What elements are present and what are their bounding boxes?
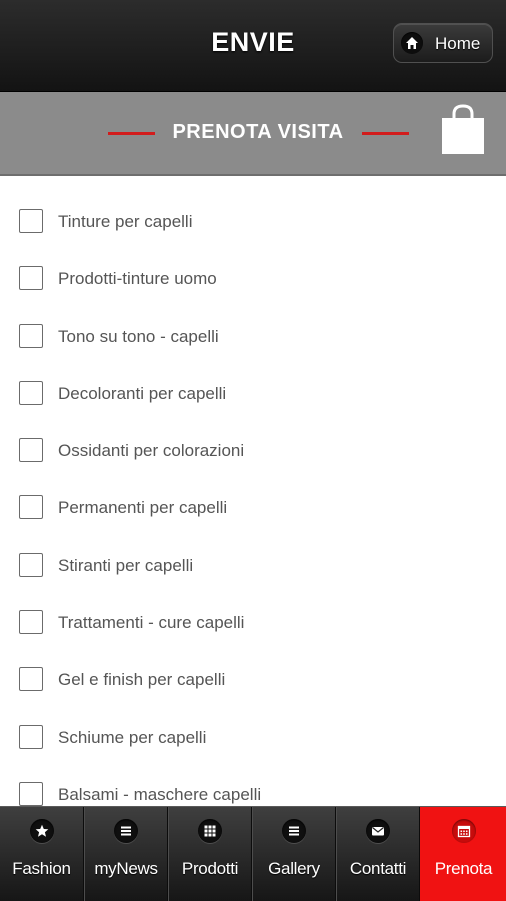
mail-icon xyxy=(366,819,390,843)
checkbox[interactable] xyxy=(19,724,43,749)
tab-label: Fashion xyxy=(12,859,71,878)
list-item[interactable]: Tinture per capelli xyxy=(0,192,506,249)
list-item-label: Balsami - maschere capelli xyxy=(58,784,262,804)
list-item-label: Ossidanti per colorazioni xyxy=(58,441,245,461)
tab-label: Prodotti xyxy=(181,859,239,878)
list-item-label: Stiranti per capelli xyxy=(58,555,194,575)
checkbox[interactable] xyxy=(19,323,43,348)
tab-label: Contatti xyxy=(349,859,407,878)
list-item[interactable]: Schiume per capelli xyxy=(0,708,506,765)
checkbox[interactable] xyxy=(19,266,43,291)
list-item-label: Gel e finish per capelli xyxy=(58,670,226,690)
home-button[interactable]: Home xyxy=(393,23,493,63)
tab-fashion[interactable]: Fashion xyxy=(0,807,84,901)
home-button-label: Home xyxy=(435,34,481,53)
section-header: PRENOTA VISITA xyxy=(0,92,506,176)
checkbox[interactable] xyxy=(19,209,43,233)
section-line-left xyxy=(108,132,155,135)
list-item-label: Schiume per capelli xyxy=(58,727,207,747)
tab-label: Gallery xyxy=(268,859,320,878)
tab-contatti[interactable]: Contatti xyxy=(336,807,420,901)
tab-gallery[interactable]: Gallery xyxy=(252,807,336,901)
checkbox[interactable] xyxy=(19,667,43,692)
list-item-label: Decoloranti per capelli xyxy=(58,383,227,403)
checkbox[interactable] xyxy=(19,495,43,520)
section-line-right xyxy=(362,132,409,135)
home-icon xyxy=(401,32,423,54)
list-item[interactable]: Tono su tono - capelli xyxy=(0,307,506,364)
checkbox[interactable] xyxy=(19,552,43,577)
list-item[interactable]: Decoloranti per capelli xyxy=(0,364,506,421)
list-item[interactable]: Ossidanti per colorazioni xyxy=(0,421,506,478)
list-item[interactable]: Permanenti per capelli xyxy=(0,478,506,535)
list-item-label: Permanenti per capelli xyxy=(58,498,228,518)
list-item[interactable]: Prodotti-tinture uomo xyxy=(0,249,506,306)
checkbox[interactable] xyxy=(19,781,43,806)
list-item[interactable]: Trattamenti - cure capelli xyxy=(0,593,506,650)
list-item-label: Trattamenti - cure capelli xyxy=(58,613,245,633)
tab-mynews[interactable]: myNews xyxy=(84,807,168,901)
list-item-label: Prodotti-tinture uomo xyxy=(58,269,217,289)
tab-prenota[interactable]: Prenota xyxy=(420,807,506,901)
header-bar: ENVIE Home xyxy=(0,0,506,92)
bottom-tab-bar: Fashion myNews Prodotti Gallery Contatti Pren… xyxy=(0,806,506,901)
list-item-label: Tono su tono - capelli xyxy=(58,326,219,346)
tab-label: myNews xyxy=(94,859,158,878)
shopping-bag-icon[interactable] xyxy=(441,104,485,159)
checkbox[interactable] xyxy=(19,380,43,405)
product-category-list: Tinture per capelli Prodotti-tinture uomo… xyxy=(0,192,506,822)
tab-prodotti[interactable]: Prodotti xyxy=(168,807,252,901)
list-item-label: Tinture per capelli xyxy=(58,212,193,231)
calendar-icon xyxy=(451,819,476,843)
list-item[interactable]: Stiranti per capelli xyxy=(0,536,506,593)
section-title: PRENOTA VISITA xyxy=(172,121,344,143)
star-icon xyxy=(29,819,54,843)
tab-label: Prenota xyxy=(434,859,493,878)
checkbox[interactable] xyxy=(19,610,43,635)
list-icon xyxy=(114,819,138,843)
list-icon xyxy=(282,819,306,843)
checkbox[interactable] xyxy=(19,438,43,463)
list-item[interactable]: Gel e finish per capelli xyxy=(0,650,506,707)
grid-icon xyxy=(198,819,222,843)
